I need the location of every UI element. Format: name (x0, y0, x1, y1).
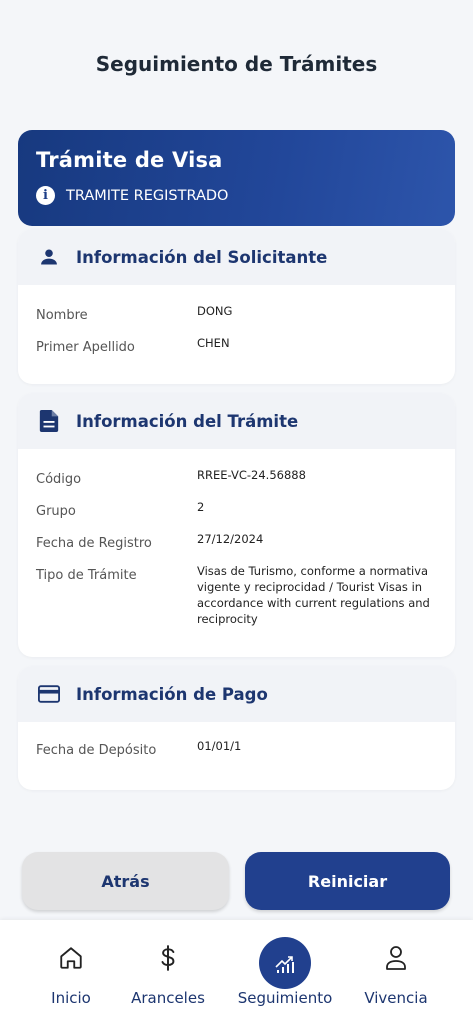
nav-item-vivencia[interactable]: Vivencia (341, 920, 451, 1024)
nav-label: Inicio (51, 989, 91, 1007)
hero-status: i TRAMITE REGISTRADO (36, 186, 437, 205)
row-label: Fecha de Depósito (36, 743, 157, 758)
person-icon (38, 246, 60, 268)
info-row: Grupo 2 (36, 499, 437, 519)
hero-title: Trámite de Visa (36, 148, 223, 172)
page-title: Seguimiento de Trámites (95, 52, 378, 76)
info-row: Fecha de Depósito 01/01/1 (36, 738, 437, 758)
nav-item-seguimiento[interactable]: Seguimiento (230, 920, 340, 1024)
procedure-card: Información del Trámite Código RREE-VC-2… (18, 393, 455, 657)
procedure-hero-card: Trámite de Visa i TRAMITE REGISTRADO (18, 130, 455, 226)
applicant-card: Información del Solicitante Nombre DONG … (18, 229, 455, 384)
procedure-card-title: Información del Trámite (76, 411, 299, 431)
nav-item-aranceles[interactable]: Aranceles (113, 920, 223, 1024)
nav-label: Seguimiento (237, 989, 333, 1007)
row-label: Nombre (36, 308, 88, 323)
chart-icon (259, 937, 311, 989)
person-icon (382, 944, 410, 972)
row-value: RREE-VC-24.56888 (197, 468, 306, 482)
applicant-card-header: Información del Solicitante (18, 229, 455, 285)
info-icon: i (36, 186, 55, 205)
row-label: Fecha de Registro (36, 536, 152, 551)
row-label: Tipo de Trámite (36, 568, 137, 583)
reset-button[interactable]: Reiniciar (245, 852, 450, 910)
row-value: DONG (197, 304, 233, 318)
row-value: 2 (197, 500, 205, 514)
back-button[interactable]: Atrás (22, 852, 229, 910)
applicant-card-title: Información del Solicitante (76, 247, 328, 267)
row-value: CHEN (197, 336, 230, 350)
document-icon (38, 410, 60, 432)
credit-card-icon (38, 683, 60, 705)
status-label: TRAMITE REGISTRADO (66, 187, 229, 204)
info-row: Fecha de Registro 27/12/2024 (36, 531, 437, 551)
row-label: Código (36, 472, 82, 487)
row-value: 01/01/1 (197, 739, 242, 753)
payment-card-title: Información de Pago (76, 684, 268, 704)
nav-label: Aranceles (131, 989, 205, 1007)
info-row: Nombre DONG (36, 303, 437, 323)
nav-label: Vivencia (364, 989, 428, 1007)
row-label: Primer Apellido (36, 340, 135, 355)
bottom-navigation: Inicio Aranceles Seguimiento Vivencia (0, 920, 473, 1024)
info-row: Primer Apellido CHEN (36, 335, 437, 355)
row-value: Visas de Turismo, conforme a normativa v… (197, 564, 430, 626)
row-label: Grupo (36, 504, 76, 519)
home-icon (57, 944, 85, 972)
nav-item-inicio[interactable]: Inicio (16, 920, 126, 1024)
info-row: Código RREE-VC-24.56888 (36, 467, 437, 487)
procedure-card-header: Información del Trámite (18, 393, 455, 449)
payment-card: Información de Pago Fecha de Depósito 01… (18, 666, 455, 790)
row-value: 27/12/2024 (197, 532, 264, 546)
info-row: Tipo de Trámite Visas de Turismo, confor… (36, 563, 437, 627)
dollar-icon (154, 944, 182, 972)
payment-card-header: Información de Pago (18, 666, 455, 722)
